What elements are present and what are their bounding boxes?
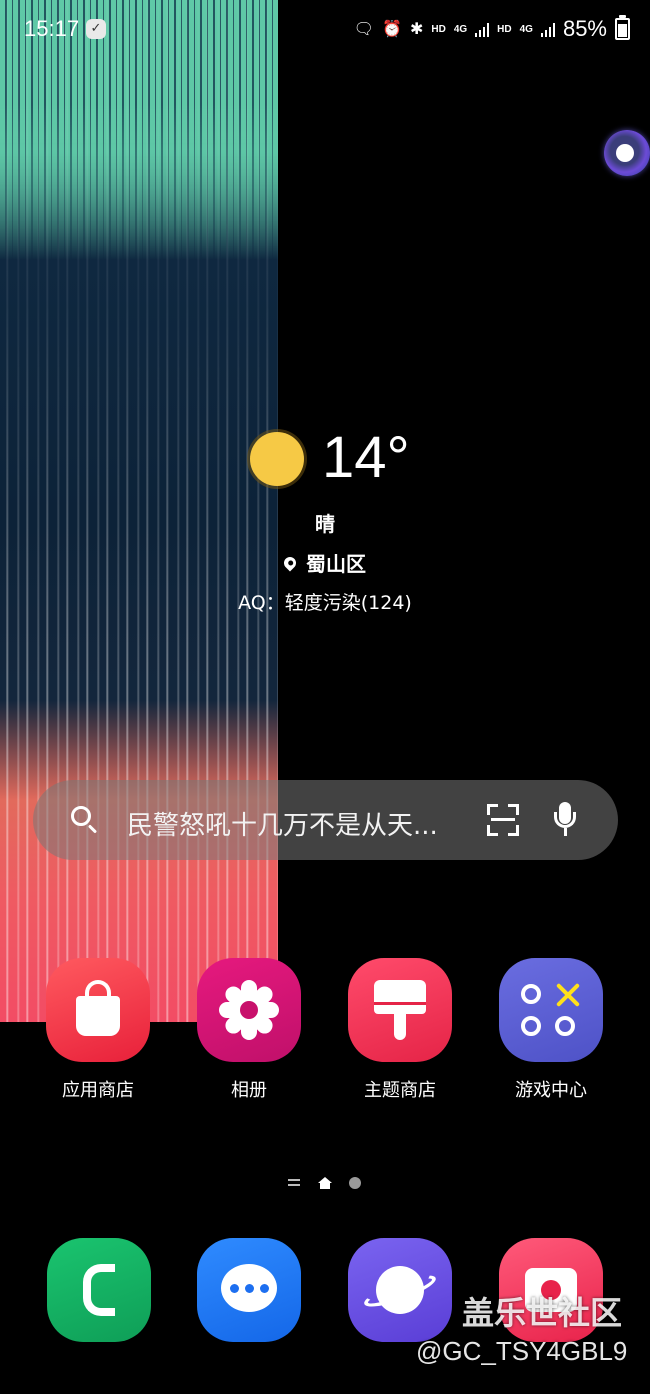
notification-app-icon: ✓ — [86, 19, 106, 39]
assistant-eye-icon — [616, 144, 634, 162]
message-notification-icon: 🗨 — [353, 21, 375, 38]
signal-bars-2-icon — [540, 21, 555, 37]
battery-percent: 85% — [562, 16, 607, 41]
app-label: 游戏中心 — [515, 1080, 587, 1101]
alarm-icon: ⏰ — [382, 21, 402, 38]
paint-brush-icon — [348, 958, 452, 1062]
search-bar[interactable]: 民警怒吼十几万不是从天... — [33, 780, 618, 860]
location-pin-icon — [281, 554, 299, 572]
microphone-icon[interactable] — [553, 802, 577, 838]
theme-store-shortcut[interactable]: 主题商店 — [335, 958, 465, 1102]
app-store-shortcut[interactable]: 应用商店 — [33, 958, 163, 1102]
dock-browser[interactable] — [348, 1238, 452, 1342]
floating-assistant-bubble[interactable] — [604, 130, 650, 176]
hd-label-1: HD — [431, 23, 446, 35]
dock-phone[interactable] — [47, 1238, 151, 1342]
battery-charging-icon — [615, 15, 630, 40]
sun-icon — [250, 432, 304, 486]
network-gen-2: 4G — [519, 23, 533, 35]
watermark-user: @GC_TSY4GBL9 — [416, 1336, 628, 1366]
page-indicator[interactable] — [0, 1176, 650, 1192]
status-icons: 🗨 ⏰ ✱ HD 4G HD 4G 85% — [353, 15, 630, 42]
scan-icon[interactable] — [487, 804, 519, 836]
page-indicator-menu-icon[interactable] — [288, 1179, 300, 1187]
game-controller-icon — [499, 958, 603, 1062]
weather-location-label: 蜀山区 — [306, 552, 366, 576]
game-center-shortcut[interactable]: 游戏中心 — [486, 958, 616, 1102]
status-time: 15:17 — [24, 16, 80, 41]
status-bar: 15:17 ✓ 🗨 ⏰ ✱ HD 4G HD 4G 85% — [0, 10, 650, 50]
weather-aqi: AQ：轻度污染(124) — [238, 592, 412, 614]
weather-temperature: 14° — [322, 425, 410, 490]
app-label: 应用商店 — [62, 1080, 134, 1101]
bluetooth-icon: ✱ — [409, 21, 424, 38]
page-indicator-dot[interactable] — [349, 1177, 361, 1189]
network-gen-1: 4G — [453, 23, 468, 35]
weather-location: 蜀山区 — [0, 548, 650, 577]
signal-bars-1-icon — [475, 21, 490, 37]
app-label: 相册 — [231, 1080, 267, 1101]
weather-condition: 晴 — [315, 512, 335, 536]
hd-label-2: HD — [497, 23, 512, 35]
gallery-shortcut[interactable]: 相册 — [184, 958, 314, 1102]
chat-bubble-icon — [221, 1264, 277, 1312]
app-label: 主题商店 — [364, 1080, 436, 1101]
page-indicator-home-icon[interactable] — [318, 1177, 332, 1189]
search-hint-text: 民警怒吼十几万不是从天... — [127, 811, 438, 841]
shopping-bag-icon — [46, 958, 150, 1062]
dock-messages[interactable] — [197, 1238, 301, 1342]
phone-icon — [83, 1264, 115, 1316]
flower-icon — [197, 958, 301, 1062]
watermark-brand: 盖乐世社区 — [462, 1294, 623, 1332]
search-icon — [71, 806, 91, 826]
